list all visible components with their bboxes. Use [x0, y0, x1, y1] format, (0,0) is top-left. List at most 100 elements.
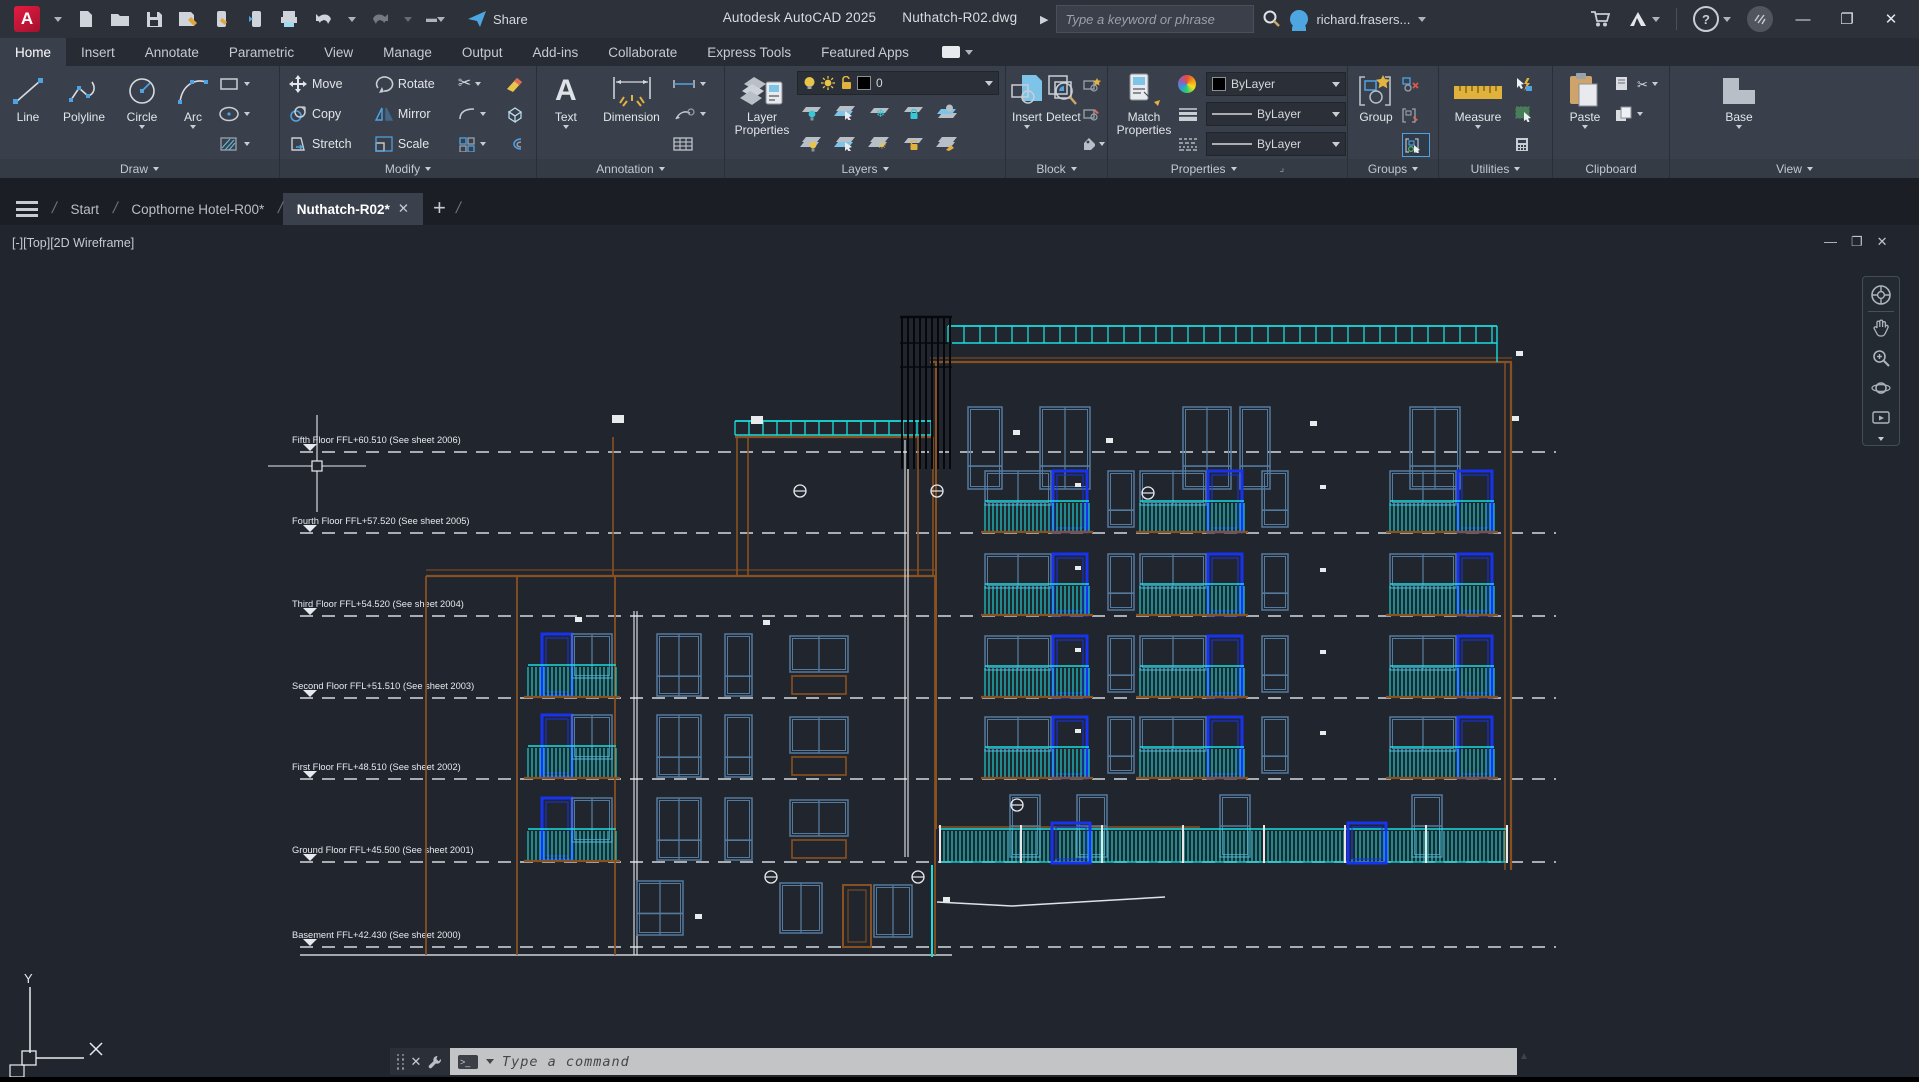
layer-on-button[interactable] — [801, 137, 821, 151]
tab-home[interactable]: Home — [0, 38, 66, 66]
new-drawing-tab-button[interactable]: + — [423, 195, 456, 221]
ribbon-display-toggle[interactable] — [942, 38, 973, 66]
panel-caption-view[interactable]: View — [1670, 159, 1919, 178]
file-tab-start[interactable]: Start — [56, 193, 113, 225]
tab-add-ins[interactable]: Add-ins — [517, 38, 593, 66]
panel-caption-block[interactable]: Block — [1006, 159, 1107, 178]
select-similar-button[interactable] — [1515, 101, 1543, 128]
group-selection-toggle[interactable] — [1402, 133, 1430, 157]
polyline-button[interactable]: Polyline — [54, 69, 114, 159]
save-to-mobile-icon[interactable] — [246, 9, 266, 29]
tab-annotate[interactable]: Annotate — [130, 38, 214, 66]
object-color-select[interactable]: ByLayer — [1206, 72, 1346, 96]
panel-caption-modify[interactable]: Modify — [280, 159, 536, 178]
array-button[interactable] — [458, 131, 503, 158]
panel-caption-draw[interactable]: Draw — [0, 159, 279, 178]
user-avatar-icon[interactable] — [1290, 10, 1308, 28]
rotate-button[interactable]: Rotate — [374, 71, 456, 98]
rectangle-button[interactable] — [218, 71, 270, 98]
copy-button[interactable]: Copy — [288, 101, 372, 128]
layer-lock-button[interactable] — [903, 106, 923, 120]
redo-caret-icon[interactable] — [404, 17, 412, 22]
file-tab-nuthatch[interactable]: Nuthatch-R02* ✕ — [283, 193, 423, 225]
panel-caption-properties[interactable]: Properties ⌟ — [1108, 159, 1347, 178]
mirror-button[interactable]: Mirror — [374, 101, 456, 128]
cut-button[interactable]: ✂ — [1615, 71, 1659, 98]
assistant-icon[interactable] — [1747, 6, 1773, 32]
trim-button[interactable]: ✂ — [458, 71, 503, 98]
panel-caption-clipboard[interactable]: Clipboard — [1553, 159, 1669, 178]
tab-parametric[interactable]: Parametric — [214, 38, 309, 66]
search-icon[interactable] — [1262, 9, 1282, 29]
stretch-button[interactable]: Stretch — [288, 131, 372, 158]
write-block-button[interactable] — [1083, 101, 1105, 128]
detect-button[interactable]: Detect — [1046, 69, 1081, 159]
group-edit-button[interactable] — [1402, 102, 1430, 129]
tab-collaborate[interactable]: Collaborate — [593, 38, 692, 66]
tab-insert[interactable]: Insert — [66, 38, 130, 66]
zoom-extents-icon[interactable] — [1867, 344, 1895, 372]
orbit-icon[interactable] — [1867, 374, 1895, 402]
command-customize-wrench-icon[interactable] — [427, 1054, 443, 1070]
restore-button[interactable]: ❐ — [1833, 10, 1861, 28]
erase-button[interactable] — [505, 71, 532, 98]
cart-icon[interactable] — [1590, 10, 1612, 28]
recent-commands-caret-icon[interactable] — [486, 1059, 494, 1064]
user-name[interactable]: richard.frasers... — [1316, 12, 1410, 27]
copy-clip-button[interactable] — [1615, 101, 1659, 128]
table-button[interactable] — [672, 131, 720, 158]
explode-button[interactable] — [505, 101, 532, 128]
elevation-drawing[interactable]: Fifth Floor FFL+60.510 (See sheet 2006)F… — [0, 225, 1919, 1077]
layer-unisolate-button[interactable] — [835, 137, 855, 151]
pan-icon[interactable] — [1867, 314, 1895, 342]
layer-properties-button[interactable]: Layer Properties — [729, 69, 795, 159]
open-from-mobile-icon[interactable] — [212, 9, 232, 29]
measure-button[interactable]: Measure — [1443, 69, 1513, 159]
arc-button[interactable]: Arc — [170, 69, 216, 159]
show-motion-icon[interactable] — [1867, 404, 1895, 432]
search-input[interactable]: Type a keyword or phrase — [1056, 5, 1254, 33]
command-input[interactable]: >_ Type a command — [450, 1048, 1517, 1075]
leader-button[interactable] — [672, 101, 720, 128]
close-tab-icon[interactable]: ✕ — [398, 201, 409, 217]
tab-view[interactable]: View — [309, 38, 368, 66]
viewport-controls-label[interactable]: [-][Top][2D Wireframe] — [12, 236, 134, 250]
share-button[interactable]: Share — [467, 10, 528, 28]
file-tabs-menu-icon[interactable] — [16, 201, 38, 217]
base-button[interactable]: Base — [1710, 69, 1768, 159]
tab-manage[interactable]: Manage — [368, 38, 447, 66]
viewport-close-icon[interactable]: ✕ — [1877, 234, 1888, 250]
circle-button[interactable]: Circle — [116, 69, 168, 159]
viewport-minimize-icon[interactable]: — — [1824, 234, 1837, 250]
text-button[interactable]: A Text — [541, 69, 591, 159]
file-tab-copthorne[interactable]: Copthorne Hotel-R00* — [117, 193, 278, 225]
move-button[interactable]: Move — [288, 71, 372, 98]
dim-linear-button[interactable] — [672, 71, 720, 98]
close-button[interactable]: ✕ — [1877, 10, 1905, 28]
quick-calculator-button[interactable] — [1515, 131, 1543, 158]
save-icon[interactable] — [144, 9, 164, 29]
ungroup-button[interactable] — [1402, 71, 1430, 98]
scale-button[interactable]: Scale — [374, 131, 456, 158]
layer-freeze-button[interactable]: ❄ — [869, 106, 889, 120]
search-expand-icon[interactable]: ▶ — [1040, 13, 1048, 26]
edit-attributes-button[interactable] — [1083, 131, 1105, 158]
quick-select-button[interactable] — [1515, 71, 1543, 98]
layer-thaw-button[interactable]: ☀ — [869, 137, 889, 151]
panel-caption-groups[interactable]: Groups — [1348, 159, 1438, 178]
tab-express-tools[interactable]: Express Tools — [692, 38, 806, 66]
tab-featured-apps[interactable]: Featured Apps — [806, 38, 924, 66]
fillet-button[interactable] — [458, 101, 503, 128]
match-properties-button[interactable]: Match Properties — [1112, 69, 1176, 159]
layer-make-current-button[interactable] — [937, 106, 957, 120]
undo-caret-icon[interactable] — [348, 17, 356, 22]
minimize-button[interactable]: — — [1789, 11, 1817, 28]
hatch-button[interactable] — [218, 131, 270, 158]
offset-button[interactable] — [505, 131, 532, 158]
command-close-icon[interactable]: ✕ — [411, 1054, 422, 1070]
lineweight-select[interactable]: ByLayer — [1206, 102, 1346, 126]
paste-button[interactable]: Paste — [1557, 69, 1613, 159]
undo-icon[interactable] — [314, 9, 334, 29]
autocad-logo-icon[interactable]: A — [14, 6, 40, 32]
insert-button[interactable]: Insert — [1010, 69, 1044, 159]
